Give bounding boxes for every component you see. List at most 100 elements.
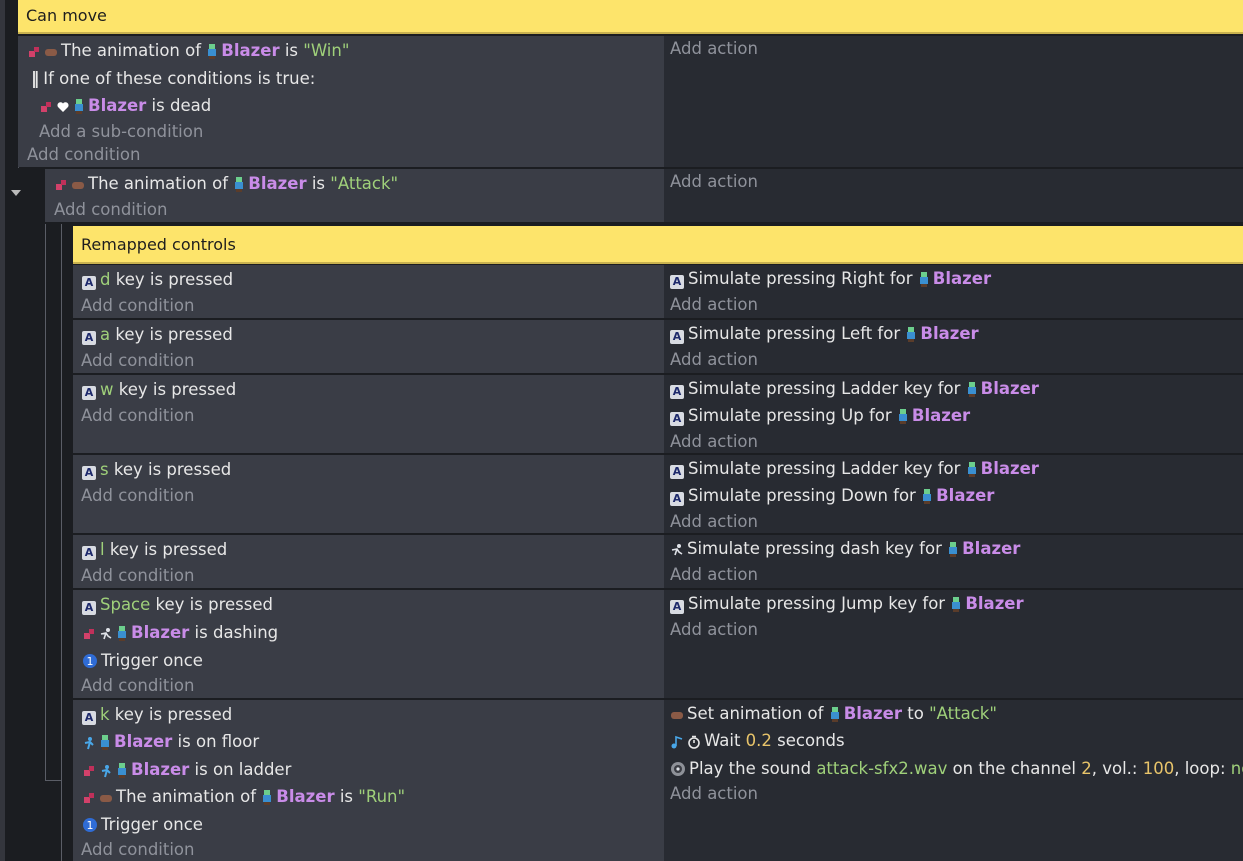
object-name: Blazer [965,594,1024,613]
blazer-sprite-icon [829,706,841,728]
event-d-actions[interactable]: A Simulate pressing Right for Blazer Add … [664,265,1243,318]
action-simulate[interactable]: A Simulate pressing Up for Blazer [670,405,970,430]
svg-text:1: 1 [87,655,94,668]
music-note-icon [670,733,684,755]
dash-icon [99,625,113,647]
add-action-link[interactable]: Add action [670,349,758,371]
add-condition-link[interactable]: Add condition [81,295,194,317]
event-s-actions[interactable]: A Simulate pressing Ladder key for Blazer… [664,455,1243,533]
comment-can-move[interactable]: Can move [18,0,1243,34]
object-name: Blazer [88,96,147,115]
add-sub-condition-link[interactable]: Add a sub-condition [39,121,203,143]
object-name: Blazer [114,732,173,751]
add-action-link[interactable]: Add action [670,564,758,586]
event-k-actions[interactable]: Set animation of Blazer to "Attack" Wait… [664,700,1243,861]
add-action-link[interactable]: Add action [670,511,758,533]
key-suffix: key is pressed [110,270,234,289]
add-condition-link[interactable]: Add condition [27,144,140,166]
key-suffix: key is pressed [150,595,273,614]
action-wait[interactable]: Wait 0.2 seconds [670,730,845,755]
object-name: Blazer [920,324,979,343]
action-simulate[interactable]: A Simulate pressing Left for Blazer [670,323,979,348]
collapse-arrow-icon[interactable] [11,190,21,196]
event-l-actions[interactable]: Simulate pressing dash key for Blazer Ad… [664,535,1243,588]
object-name: Blazer [932,269,992,288]
blazer-sprite-icon [206,43,218,65]
trigger-once-icon: 1 [82,653,98,675]
action-text: Simulate pressing Right for [688,269,918,288]
add-condition-link[interactable]: Add condition [81,839,194,861]
add-condition-link[interactable]: Add condition [81,350,194,372]
action-text: Simulate pressing Down for [688,486,922,505]
event-w-conditions[interactable]: Aw key is pressed Add condition [73,375,664,453]
event-a-actions[interactable]: A Simulate pressing Left for Blazer Add a… [664,320,1243,373]
key-suffix: key is pressed [104,540,228,559]
sprite-object-icon [82,789,96,811]
keyboard-icon: A [82,546,96,560]
blazer-sprite-icon [233,176,245,198]
add-condition-link[interactable]: Add condition [81,565,194,587]
key-suffix: key is pressed [113,380,237,399]
action-simulate[interactable]: A Simulate pressing Jump key for Blazer [670,593,1024,618]
comment-remapped-controls[interactable]: Remapped controls [73,226,1243,264]
keyboard-icon: A [670,492,684,506]
keyboard-icon: A [670,412,684,426]
event-d-conditions[interactable]: Ad key is pressed Add condition [73,265,664,318]
event1-actions[interactable]: Add action [664,36,1243,167]
action-text: Wait [704,731,746,750]
action-text: Simulate pressing Ladder key for [688,379,966,398]
event-l-conditions[interactable]: Al key is pressed Add condition [73,535,664,588]
key-name: w [100,380,114,399]
object-name: Blazer [980,379,1039,398]
add-action-link[interactable]: Add action [670,38,758,60]
add-action-link[interactable]: Add action [670,431,758,453]
event2-conditions[interactable]: The animation of Blazer is "Attack" Add … [45,169,664,222]
tree-line-3 [61,224,62,861]
object-name: Blazer [276,787,335,806]
action-simulate[interactable]: A Simulate pressing Down for Blazer [670,485,994,510]
action-set-animation[interactable]: Set animation of Blazer to "Attack" [670,703,997,728]
on-floor-suffix: is on floor [172,732,260,751]
event-a-conditions[interactable]: Aa key is pressed Add condition [73,320,664,373]
anim-value: "Attack" [330,174,399,193]
add-condition-link[interactable]: Add condition [54,199,167,221]
action-simulate[interactable]: Simulate pressing dash key for Blazer [670,538,1020,563]
platformer-icon [82,734,96,756]
event1-conditions[interactable]: The animation of Blazer is "Win" ‖ If one… [18,36,664,167]
event-k-conditions[interactable]: Ak key is pressed Blazer is on floor Bla… [73,700,664,861]
add-action-link[interactable]: Add action [670,294,758,316]
add-condition-link[interactable]: Add condition [81,675,194,697]
event-s-conditions[interactable]: As key is pressed Add condition [73,455,664,533]
blazer-sprite-icon [116,625,128,647]
blazer-sprite-icon [966,381,978,403]
or-condition-label: If one of these conditions is true: [43,69,316,88]
key-name: s [100,460,109,479]
action-simulate[interactable]: A Simulate pressing Ladder key for Blazer [670,458,1039,483]
event2-actions[interactable]: Add action [664,169,1243,222]
event-w-actions[interactable]: A Simulate pressing Ladder key for Blazer… [664,375,1243,453]
action-text: Simulate pressing dash key for [687,539,948,558]
trigger-once-icon: 1 [82,817,98,839]
key-name: a [100,325,111,344]
add-action-link[interactable]: Add action [670,783,758,805]
add-condition-link[interactable]: Add condition [81,485,194,507]
object-name: Blazer [248,174,307,193]
add-condition-link[interactable]: Add condition [81,405,194,427]
action-simulate[interactable]: A Simulate pressing Right for Blazer [670,268,991,293]
action-play-sound[interactable]: Play the sound attack-sfx2.wav on the ch… [670,758,1243,783]
add-action-link[interactable]: Add action [670,171,758,193]
event-space-actions[interactable]: A Simulate pressing Jump key for Blazer A… [664,590,1243,698]
blazer-sprite-icon [905,326,917,348]
sprite-object-icon [27,43,41,65]
object-name: Blazer [131,760,190,779]
keyboard-icon: A [670,465,684,479]
tree-line-2 [45,224,46,780]
action-simulate[interactable]: A Simulate pressing Ladder key for Blazer [670,378,1039,403]
sound-file: attack-sfx2.wav [816,759,948,778]
blazer-sprite-icon [99,734,111,756]
event-space-conditions[interactable]: A Space key is pressed Blazer is dashing … [73,590,664,698]
keyboard-icon: A [670,385,684,399]
sprite-object-icon [54,176,68,198]
add-action-link[interactable]: Add action [670,619,758,641]
dashing-suffix: is dashing [189,623,279,642]
